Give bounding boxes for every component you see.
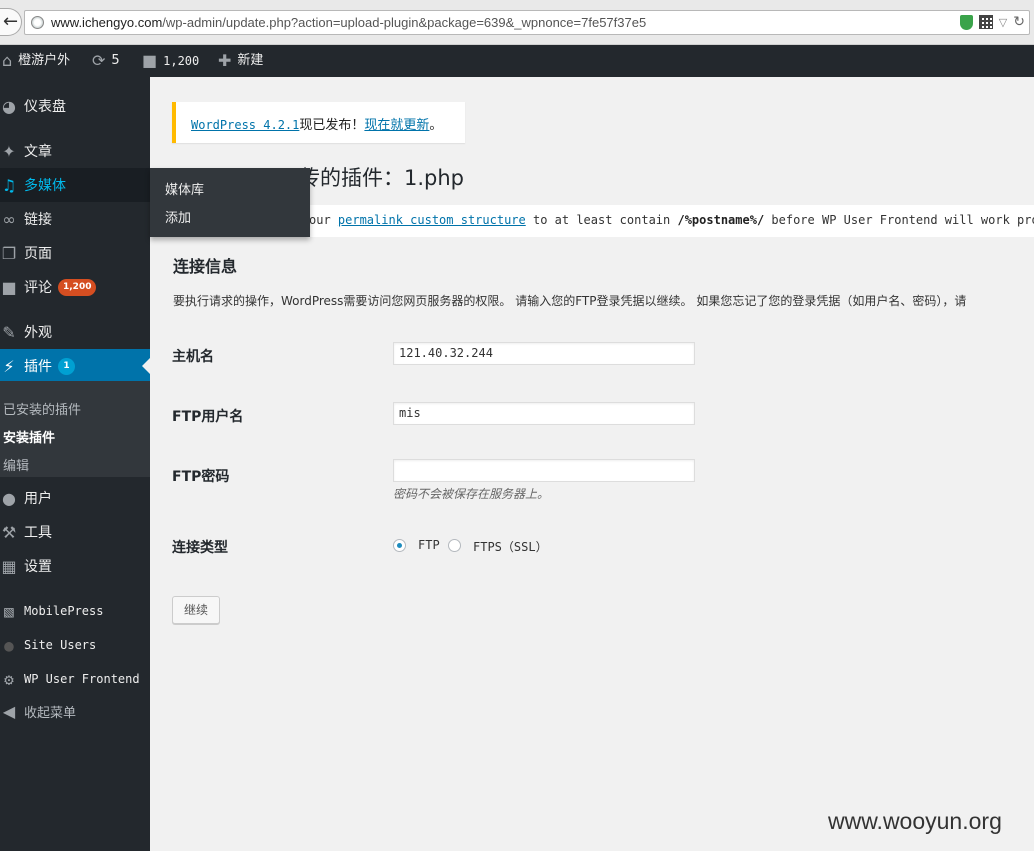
link-icon: ∞: [2, 209, 16, 229]
sidebar-item-pages[interactable]: ❐ 页面: [0, 236, 150, 270]
pin-icon: ✦: [2, 141, 16, 161]
permalink-structure-link[interactable]: permalink custom structure: [338, 213, 526, 227]
comment-bubble-icon: ■: [142, 51, 158, 70]
sidebar-item-posts[interactable]: ✦ 文章: [0, 134, 150, 168]
ftps-radio-label[interactable]: FTPS（SSL）: [473, 538, 548, 555]
ftp-password-label: FTP密码: [172, 469, 230, 485]
sidebar-item-settings[interactable]: ▦ 设置: [0, 549, 150, 583]
wrench-icon: ⚒: [1, 522, 17, 542]
collapse-arrow-icon: ◀: [2, 701, 16, 721]
current-menu-arrow: [142, 358, 150, 374]
comment-bubble-icon: ■: [1, 277, 17, 297]
admin-sidebar: ◕ 仪表盘 ✦ 文章 ♫ 多媒体 ∞ 链接 ❐ 页面 ■ 评论 1,200 ✎ …: [0, 77, 150, 851]
user-icon: ●: [4, 635, 14, 655]
new-content-link[interactable]: ✚ 新建: [218, 45, 263, 77]
connection-description: 要执行请求的操作，WordPress需要访问您网页服务器的权限。 请输入您的FT…: [173, 294, 967, 308]
ftp-username-label: FTP用户名: [172, 409, 244, 425]
media-flyout-menu: 媒体库 添加: [150, 168, 310, 237]
gear-icon: ⚙: [4, 669, 14, 689]
ftp-username-input[interactable]: mis: [393, 402, 695, 425]
update-notice: WordPress 4.2.1现已发布！现在就更新。: [172, 102, 465, 143]
ftps-radio[interactable]: [448, 539, 461, 552]
home-icon: ⌂: [2, 51, 13, 70]
ftp-radio-label[interactable]: FTP: [418, 538, 440, 552]
plugin-icon: ⚡: [3, 356, 15, 376]
flyout-add-new[interactable]: 添加: [165, 207, 191, 226]
comments-link[interactable]: ■ 1,200: [142, 45, 199, 77]
sidebar-item-mobilepress[interactable]: ▧ MobilePress: [0, 594, 150, 628]
ftp-radio[interactable]: [393, 539, 406, 552]
wordpress-version-link[interactable]: WordPress 4.2.1: [191, 118, 299, 132]
sidebar-item-links[interactable]: ∞ 链接: [0, 202, 150, 236]
admin-bar: ⌂ 橙游户外 ⟳ 5 ■ 1,200 ✚ 新建: [0, 45, 1034, 77]
reload-icon[interactable]: ↻: [1013, 14, 1025, 30]
plugins-submenu: 已安装的插件 安装插件 编辑: [0, 381, 150, 477]
security-shield-icon[interactable]: [959, 14, 973, 30]
ftp-password-input[interactable]: [393, 459, 695, 482]
plus-icon: ✚: [218, 51, 232, 70]
sidebar-item-site-users[interactable]: ● Site Users: [0, 628, 150, 662]
globe-icon: [31, 16, 44, 29]
connection-type-label: 连接类型: [172, 540, 228, 556]
connection-info-title: 连接信息: [173, 257, 238, 276]
media-icon: ♫: [1, 175, 17, 195]
sidebar-item-dashboard[interactable]: ◕ 仪表盘: [0, 89, 150, 123]
flyout-media-library[interactable]: 媒体库: [165, 179, 204, 198]
updates-link[interactable]: ⟳ 5: [92, 45, 120, 77]
plugins-update-badge: 1: [58, 357, 75, 375]
update-now-link[interactable]: 现在就更新: [364, 118, 429, 133]
sidebar-item-appearance[interactable]: ✎ 外观: [0, 315, 150, 349]
collapse-menu-button[interactable]: ◀ 收起菜单: [0, 694, 150, 728]
submenu-add-plugin[interactable]: 安装插件: [3, 427, 55, 446]
settings-sliders-icon: ▦: [1, 556, 17, 576]
hostname-label: 主机名: [172, 349, 214, 365]
sidebar-item-comments[interactable]: ■ 评论 1,200: [0, 270, 150, 304]
password-hint: 密码不会被保存在服务器上。: [393, 487, 550, 501]
watermark: www.wooyun.org: [828, 808, 1002, 834]
submenu-editor[interactable]: 编辑: [3, 455, 29, 474]
sidebar-item-users[interactable]: ● 用户: [0, 481, 150, 515]
submenu-installed-plugins[interactable]: 已安装的插件: [3, 399, 81, 418]
comments-count-badge: 1,200: [58, 278, 97, 296]
back-arrow-icon[interactable]: ←: [0, 8, 22, 36]
dashboard-icon: ◕: [2, 96, 16, 116]
mobile-phone-icon: ▧: [4, 601, 14, 621]
site-name-link[interactable]: ⌂ 橙游户外: [2, 45, 70, 77]
continue-button[interactable]: 继续: [172, 596, 220, 624]
dropdown-arrow-icon[interactable]: ▽: [999, 16, 1007, 29]
url-text: www.ichengyo.com/wp-admin/update.php?act…: [51, 15, 647, 30]
paintbrush-icon: ✎: [2, 322, 16, 342]
sidebar-item-plugins[interactable]: ⚡ 插件 1: [0, 349, 150, 383]
browser-toolbar: ← www.ichengyo.com/wp-admin/update.php?a…: [0, 0, 1034, 45]
address-bar[interactable]: www.ichengyo.com/wp-admin/update.php?act…: [24, 10, 1030, 35]
sidebar-item-wp-user-frontend[interactable]: ⚙ WP User Frontend: [0, 662, 150, 696]
qr-code-icon[interactable]: [978, 15, 993, 29]
user-icon: ●: [2, 488, 16, 508]
pages-icon: ❐: [1, 243, 17, 263]
sidebar-item-media[interactable]: ♫ 多媒体: [0, 168, 150, 202]
sidebar-item-tools[interactable]: ⚒ 工具: [0, 515, 150, 549]
updates-icon: ⟳: [92, 51, 106, 70]
hostname-input[interactable]: 121.40.32.244: [393, 342, 695, 365]
